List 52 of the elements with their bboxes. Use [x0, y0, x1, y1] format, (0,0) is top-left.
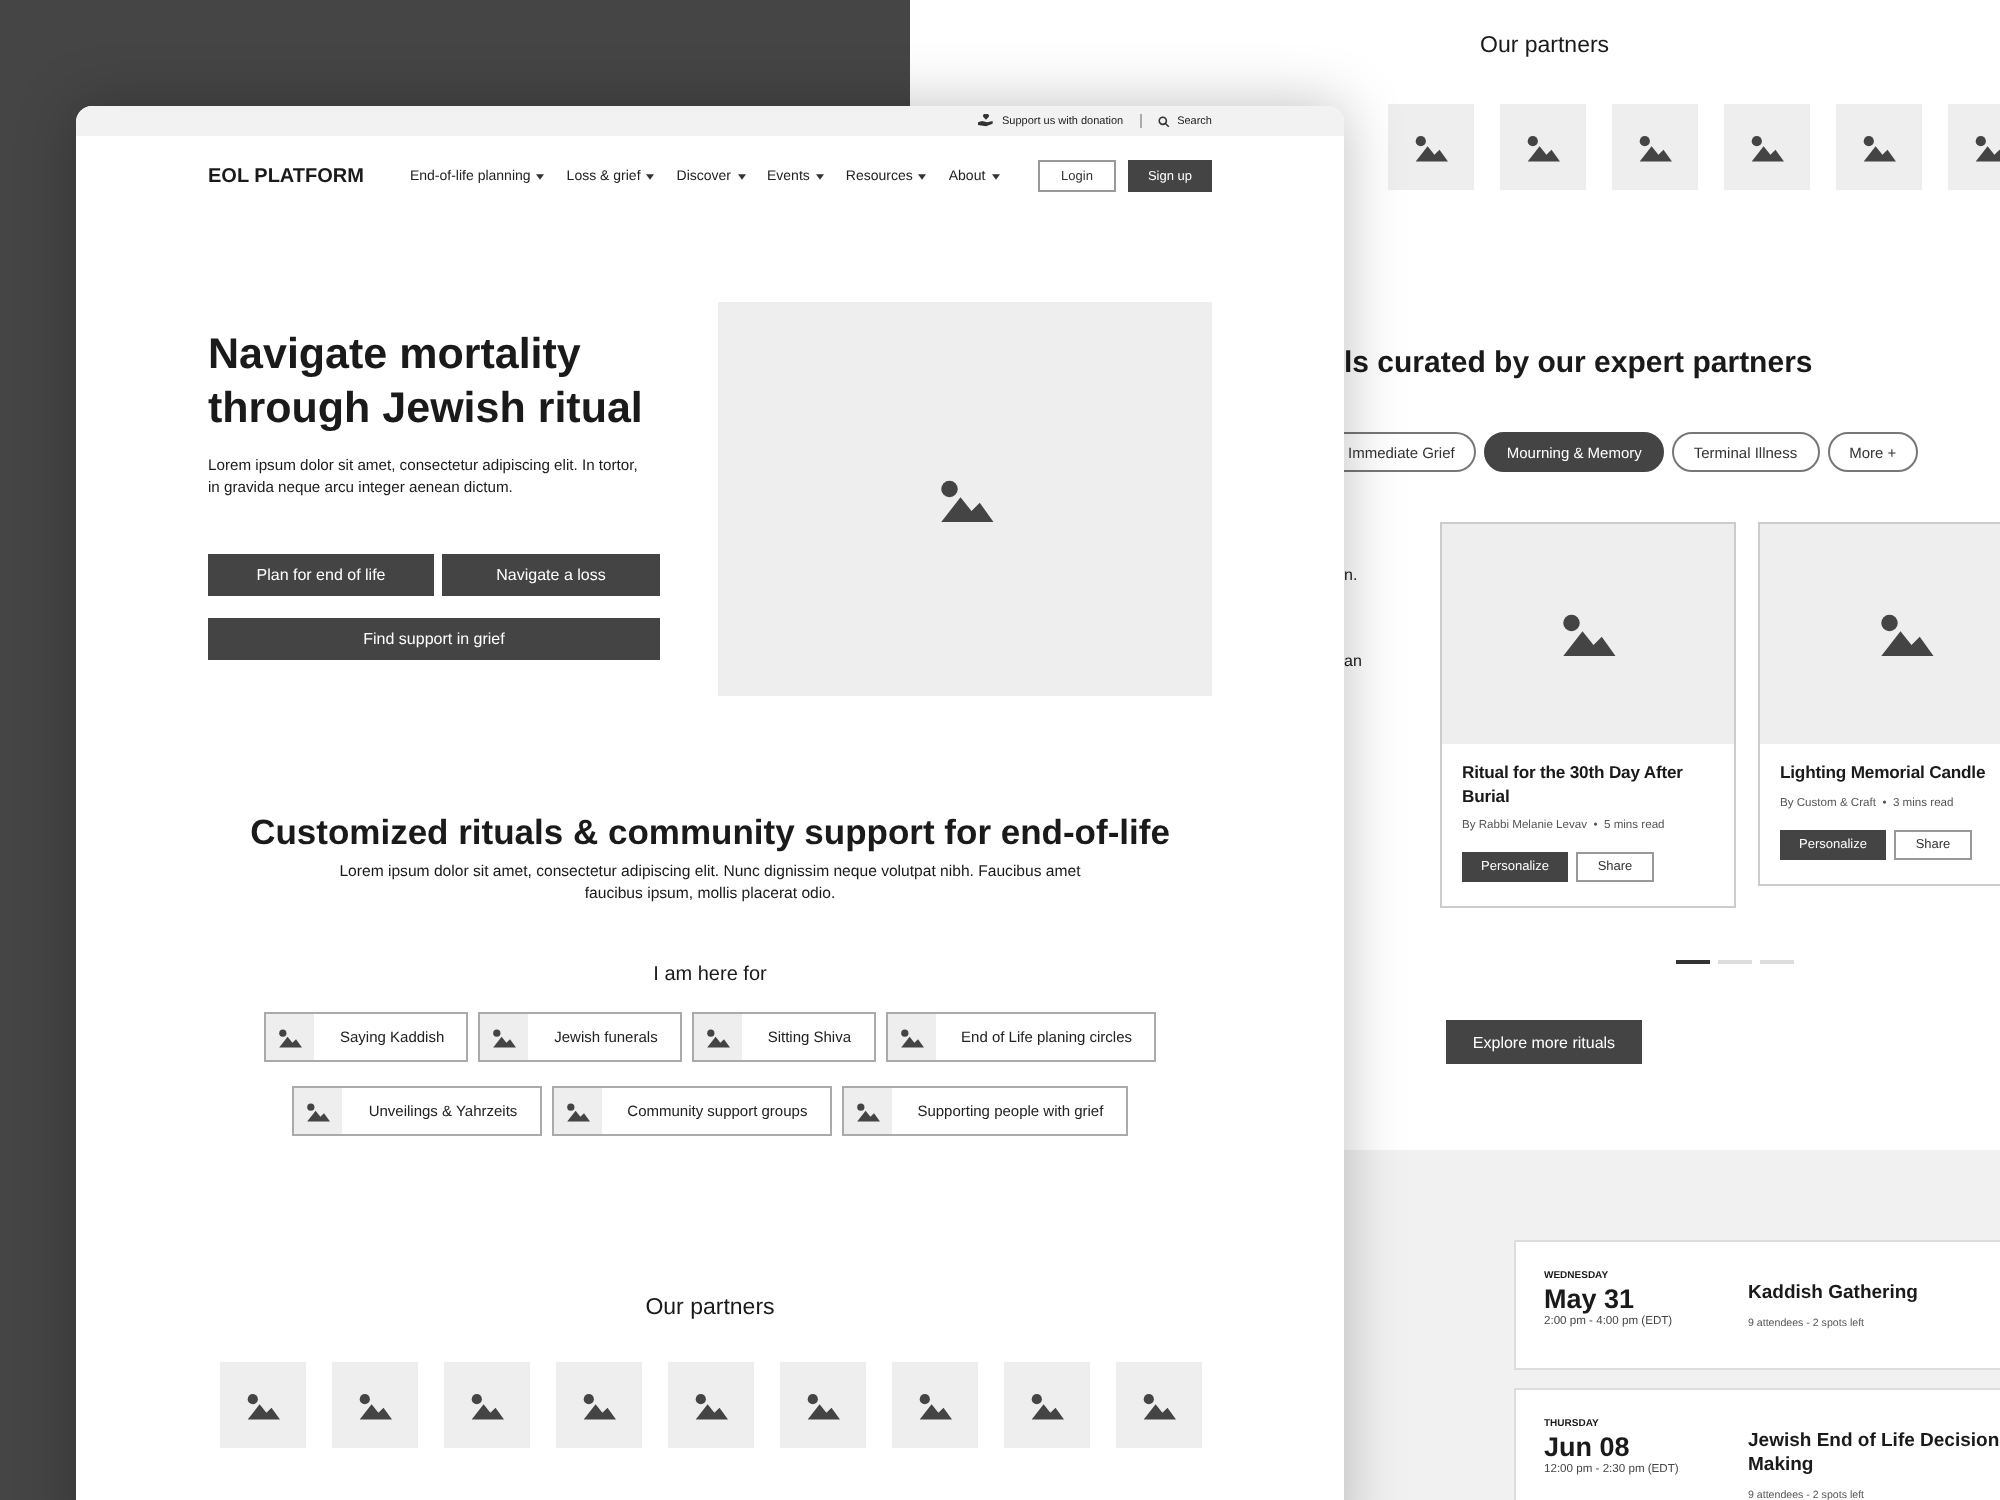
image-icon: [1750, 133, 1784, 161]
image-icon: [357, 1391, 391, 1419]
event-title: Kaddish Gathering: [1748, 1282, 1918, 1306]
caret-icon: [918, 173, 927, 179]
prompt-label: I am here for: [653, 964, 767, 986]
image-icon: [1029, 1391, 1063, 1419]
image-icon: [917, 1391, 951, 1419]
text-fragment: n.: [1344, 564, 1358, 586]
cta-button[interactable]: Plan for end of life: [208, 554, 434, 596]
explore-button[interactable]: Explore more rituals: [1446, 1020, 1642, 1064]
search-icon: [1157, 115, 1170, 127]
hero-title: Navigate mortality through Jewish ritual: [208, 328, 645, 436]
card-title: Lighting Memorial Candle: [1780, 762, 1988, 785]
image-icon: [937, 477, 993, 521]
image-icon: [1878, 612, 1934, 656]
cta-button[interactable]: Find support in grief: [208, 618, 660, 660]
image-icon: [306, 1101, 331, 1121]
image-icon: [693, 1391, 727, 1419]
image-icon: [278, 1027, 302, 1047]
image-icon: [1560, 612, 1616, 656]
image-icon: [1638, 133, 1672, 161]
image-icon: [1414, 133, 1448, 161]
image-icon: [245, 1391, 279, 1419]
logo[interactable]: EOL PLATFORM: [208, 165, 364, 187]
caret-icon: [991, 173, 1000, 179]
caret-icon: [536, 173, 545, 179]
image-icon: [565, 1101, 590, 1121]
image-icon: [1974, 133, 2000, 161]
section-title: Our partners: [1480, 32, 1610, 60]
image-icon: [705, 1027, 730, 1047]
event-date: May 31: [1544, 1284, 1637, 1316]
image-icon: [855, 1101, 880, 1121]
event-title: Jewish End of Life Decision Making: [1748, 1430, 2000, 1478]
image-icon: [899, 1027, 924, 1047]
caret-icon: [815, 173, 824, 179]
section-title: Our partners: [645, 1296, 775, 1320]
image-icon: [492, 1027, 517, 1047]
image-icon: [1141, 1391, 1175, 1419]
hand-icon: [978, 114, 995, 128]
section-heading: ls curated by our expert partners: [1344, 346, 1813, 382]
caret-icon: [737, 173, 745, 179]
event-date: Jun 08: [1544, 1432, 1632, 1464]
image-icon: [1862, 133, 1896, 161]
caret-icon: [646, 173, 655, 179]
image-icon: [805, 1391, 839, 1419]
image-icon: [1526, 133, 1560, 161]
card-title: Ritual for the 30th Day After Burial: [1462, 762, 1685, 808]
section-heading: Customized rituals & community support for end-of-life: [250, 810, 1170, 854]
image-icon: [469, 1391, 503, 1419]
cta-button[interactable]: Navigate a loss: [442, 554, 660, 596]
text-fragment: an: [1344, 650, 1362, 672]
image-icon: [581, 1391, 615, 1419]
